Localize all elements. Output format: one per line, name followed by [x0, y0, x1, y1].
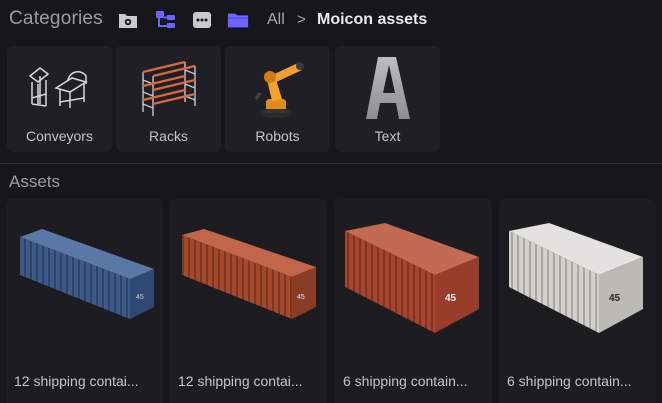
category-card-conveyors[interactable]: Conveyors	[7, 46, 112, 152]
breadcrumb-current: Moicon assets	[317, 11, 428, 28]
asset-label: 6 shipping contain...	[507, 373, 632, 389]
category-label: Racks	[149, 128, 188, 144]
svg-text:45: 45	[609, 293, 621, 304]
category-card-text[interactable]: Text	[335, 46, 440, 152]
tree-view-icon[interactable]	[155, 9, 177, 31]
container-thumbnail: 45	[182, 229, 316, 319]
letter-a-thumbnail	[335, 52, 440, 124]
container-thumbnail: 45	[509, 223, 643, 333]
folder-settings-icon[interactable]	[117, 9, 139, 31]
folder-icon[interactable]	[227, 9, 249, 31]
category-card-racks[interactable]: Racks	[116, 46, 221, 152]
breadcrumb-separator: >	[297, 11, 306, 28]
conveyor-thumbnail	[7, 52, 112, 124]
category-label: Conveyors	[26, 128, 93, 144]
header: Categories All > Moicon assets	[0, 0, 662, 40]
container-thumbnail: 45	[345, 223, 479, 333]
asset-card[interactable]: 45 6 shipping contain...	[499, 199, 656, 403]
section-divider	[0, 163, 662, 164]
asset-card[interactable]: 45 12 shipping contai...	[6, 199, 163, 403]
categories-title: Categories	[9, 8, 103, 29]
category-label: Robots	[255, 128, 300, 144]
category-card-robots[interactable]: Robots	[225, 46, 330, 152]
container-thumbnail: 45	[20, 229, 154, 319]
svg-text:45: 45	[136, 294, 144, 301]
asset-card[interactable]: 45 6 shipping contain...	[335, 199, 492, 403]
asset-label: 12 shipping contai...	[14, 373, 139, 389]
svg-text:45: 45	[297, 294, 305, 301]
robot-arm-thumbnail	[225, 52, 330, 124]
rack-thumbnail	[116, 52, 221, 124]
svg-text:45: 45	[445, 293, 457, 304]
asset-label: 6 shipping contain...	[343, 373, 468, 389]
asset-label: 12 shipping contai...	[178, 373, 303, 389]
more-icon[interactable]	[191, 9, 213, 31]
asset-card[interactable]: 45 12 shipping contai...	[170, 199, 327, 403]
assets-title: Assets	[9, 172, 61, 191]
breadcrumb-all[interactable]: All	[267, 11, 285, 29]
category-label: Text	[374, 128, 401, 144]
